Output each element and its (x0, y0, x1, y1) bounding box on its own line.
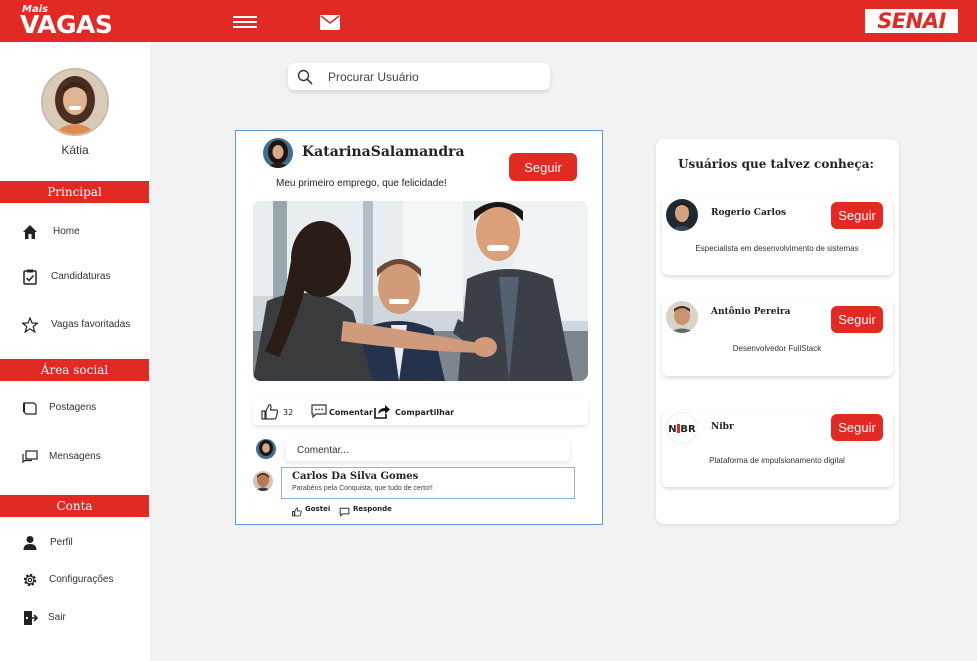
suggestion-card: NIBR Nibr Seguir Plataforma de impulsion… (662, 410, 893, 487)
suggestion-name[interactable]: Antônio Pereira (711, 307, 791, 317)
nav-postagens-label: Postagens (49, 402, 97, 413)
search-bar (288, 63, 550, 90)
share-button[interactable]: Compartilhar (374, 403, 464, 421)
logout-icon (22, 610, 39, 626)
person-icon (22, 535, 38, 551)
nav-mensagens-label: Mensagens (49, 451, 101, 462)
sidebar: Kátia Principal Home Candidaturas Vagas … (0, 42, 150, 661)
comment-like-button[interactable]: Gostei (292, 504, 332, 517)
nav-postagens[interactable]: Postagens (0, 394, 149, 424)
post-text: Meu primeiro emprego, que felicidade! (276, 178, 447, 189)
nav-perfil-label: Perfil (50, 537, 73, 548)
like-button[interactable]: 32 (261, 403, 301, 421)
comment-user-avatar (256, 439, 276, 459)
suggestion-follow-button[interactable]: Seguir (831, 306, 883, 333)
suggestion-avatar[interactable] (666, 199, 698, 231)
share-icon (374, 405, 390, 419)
suggestion-follow-button[interactable]: Seguir (831, 414, 883, 441)
home-icon (22, 224, 38, 240)
nav-sair-label: Sair (48, 612, 66, 623)
suggestion-name[interactable]: Nibr (711, 422, 734, 432)
post-image (253, 201, 588, 381)
nav-candidaturas[interactable]: Candidaturas (0, 263, 149, 293)
messages-icon (22, 449, 38, 465)
suggestions-panel: Usuários que talvez conheça: Rogerio Car… (656, 139, 899, 524)
thumbs-up-icon (292, 507, 302, 517)
comment-input[interactable] (285, 439, 570, 461)
mail-icon[interactable] (320, 15, 340, 30)
comment-author[interactable]: Carlos Da Silva Gomes (292, 471, 418, 482)
share-button-label: Compartilhar (395, 408, 455, 417)
commenter-avatar[interactable] (253, 471, 273, 491)
nav-vagas-favoritadas[interactable]: Vagas favoritadas (0, 311, 149, 341)
nav-candidaturas-label: Candidaturas (51, 271, 111, 282)
senai-logo: SENAI (865, 9, 958, 33)
comment-reply-button[interactable]: Responde (339, 504, 399, 517)
comment-button-label: Comentar (329, 408, 373, 417)
comment-reply-label: Responde (353, 505, 392, 513)
suggestion-description: Desenvolvedor FullStack (732, 344, 822, 353)
clipboard-check-icon (22, 269, 38, 285)
top-bar: Mais VAGAS SENAI (0, 0, 977, 42)
gear-icon (22, 572, 38, 588)
search-input[interactable] (328, 67, 538, 86)
suggestion-card: Antônio Pereira Seguir Desenvolvedor Ful… (662, 299, 893, 376)
nav-configuracoes-label: Configurações (49, 574, 114, 585)
post-card: KatarinaSalamandra Seguir Meu primeiro e… (235, 130, 603, 525)
section-area-social: Área social (0, 359, 149, 381)
suggestions-title: Usuários que talvez conheça: (678, 157, 874, 171)
svg-text:NIBR: NIBR (668, 424, 696, 435)
suggestion-name[interactable]: Rogerio Carlos (711, 208, 786, 218)
nav-home[interactable]: Home (0, 218, 149, 248)
postagens-icon (22, 400, 38, 416)
nav-sair[interactable]: Sair (0, 604, 149, 634)
nav-configuracoes[interactable]: Configurações (0, 566, 149, 596)
star-icon (20, 316, 40, 334)
section-principal: Principal (0, 181, 149, 203)
section-conta: Conta (0, 495, 149, 517)
nav-perfil[interactable]: Perfil (0, 529, 149, 559)
suggestion-description: Plataforma de impulsionamento digital (709, 456, 845, 465)
hamburger-icon[interactable] (233, 16, 257, 28)
nav-home-label: Home (53, 226, 80, 237)
logo-big-text: VAGAS (20, 10, 113, 39)
search-icon[interactable] (297, 69, 313, 85)
comment-button[interactable]: Comentar (311, 403, 373, 421)
suggestion-avatar[interactable] (666, 301, 698, 333)
comment-text: Parabéns pela Conquista, que tudo de cer… (292, 485, 433, 492)
avatar[interactable] (41, 68, 109, 136)
comment-like-label: Gostei (305, 505, 331, 513)
post-author-name[interactable]: KatarinaSalamandra (302, 144, 465, 160)
post-author-avatar[interactable] (263, 138, 293, 168)
like-count: 32 (283, 408, 294, 417)
nav-vagas-favoritadas-label: Vagas favoritadas (51, 319, 131, 330)
suggestion-follow-button[interactable]: Seguir (831, 202, 883, 229)
post-action-bar: 32 Comentar Compartilhar (253, 399, 588, 425)
profile-name: Kátia (61, 143, 89, 157)
suggestion-description: Especialista em desenvolvimento de siste… (695, 244, 859, 253)
nav-mensagens[interactable]: Mensagens (0, 443, 149, 473)
comment-icon (311, 404, 327, 419)
post-follow-button[interactable]: Seguir (509, 153, 577, 181)
comment-icon (339, 507, 350, 517)
comment-item: Carlos Da Silva Gomes Parabéns pela Conq… (281, 467, 575, 499)
thumbs-up-icon (261, 404, 279, 420)
suggestion-card: Rogerio Carlos Seguir Especialista em de… (662, 198, 893, 275)
nibr-logo[interactable]: NIBR (666, 412, 698, 444)
